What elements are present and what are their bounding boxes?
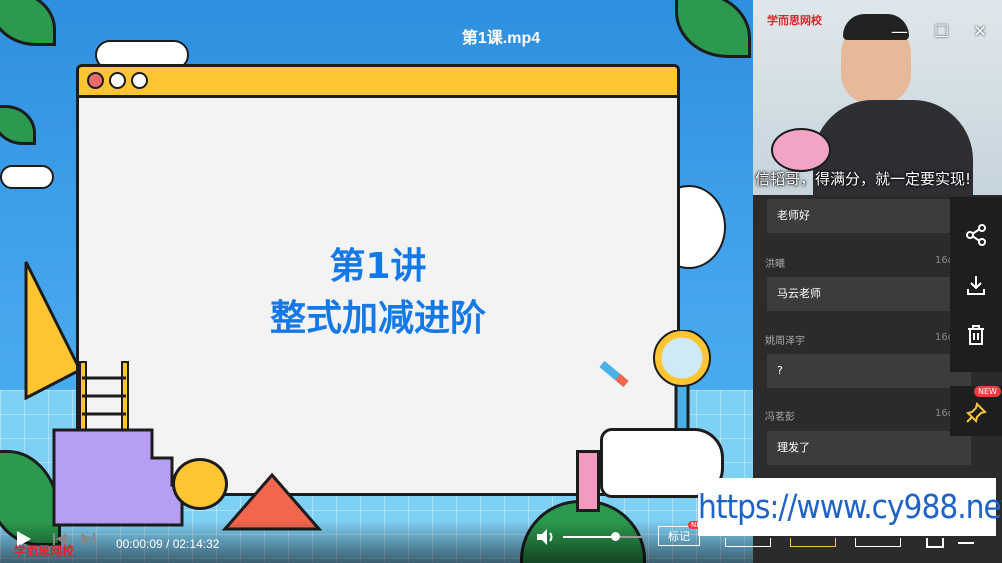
pin-new-badge: NEW [974, 386, 1001, 397]
lesson-title: 整式加减进阶 [269, 298, 486, 339]
magnifier-decoration [653, 330, 711, 437]
pin-button[interactable]: NEW [950, 386, 1002, 436]
lesson-number: 第1讲 [329, 246, 427, 287]
board-dot [109, 72, 126, 89]
volume-slider[interactable] [563, 532, 643, 541]
close-button[interactable]: ✕ [973, 22, 987, 42]
chat-message: 理发了 [767, 431, 971, 465]
cloud-decoration [0, 165, 54, 189]
stairs-decoration [52, 361, 184, 527]
share-button[interactable] [950, 215, 1002, 255]
download-icon [967, 276, 985, 295]
chat-message: ? [767, 354, 971, 388]
next-icon[interactable] [80, 532, 96, 546]
download-button[interactable] [950, 265, 1002, 305]
chat-username: 姚周泽宇 [765, 336, 805, 347]
board-title-bar [79, 67, 677, 98]
mark-button-label: 标记 [668, 530, 690, 543]
teacher-camera: 学而思网校 信韬哥，得满分，就一定要实现! [753, 0, 1002, 195]
pin-icon [966, 402, 987, 423]
sidebar-controls [700, 538, 1002, 563]
chat-username: 冯茗彭 [765, 412, 795, 423]
minimize-button[interactable]: — [891, 22, 908, 42]
volume-handle[interactable] [611, 532, 620, 541]
maximize-button[interactable]: ☐ [934, 22, 949, 42]
pink-block-decoration [576, 450, 600, 512]
ball-decoration [172, 458, 228, 510]
watermark: https://www.cy988.net [698, 478, 1002, 536]
control-button[interactable] [790, 538, 836, 547]
menu-icon[interactable] [958, 542, 974, 544]
side-toolbar [950, 197, 1002, 372]
control-button[interactable] [725, 538, 771, 547]
camera-logo: 学而思网校 [767, 14, 822, 27]
pig-toy [771, 128, 831, 172]
leaf-decoration [0, 105, 36, 145]
time-display: 00:00:09 / 02:14:32 [116, 537, 220, 551]
chat-message: 马云老师 [767, 277, 971, 311]
chat-username: 洪曦 [765, 259, 785, 270]
pencil-decoration [599, 360, 629, 388]
delete-button[interactable] [950, 315, 1002, 355]
brand-logo: 学而思网校 [14, 544, 75, 558]
video-area[interactable]: 第1讲 整式加减进阶 学而思网校 00:00:09 / 02:14:32 标记 [0, 0, 753, 563]
volume-fill [563, 536, 615, 538]
chat-message: 老师好 [767, 199, 971, 233]
board-dot [131, 72, 148, 89]
board-dot-red [87, 72, 104, 89]
mark-button[interactable]: 标记 [658, 526, 700, 546]
trash-icon [968, 325, 984, 345]
camera-caption: 信韬哥，得满分，就一定要实现! [755, 170, 972, 188]
volume-icon[interactable] [536, 528, 556, 546]
fullscreen-icon[interactable] [926, 538, 944, 548]
player-controls: 学而思网校 00:00:09 / 02:14:32 标记 NEW [0, 520, 753, 563]
control-button[interactable] [855, 538, 901, 547]
share-icon [966, 224, 986, 246]
